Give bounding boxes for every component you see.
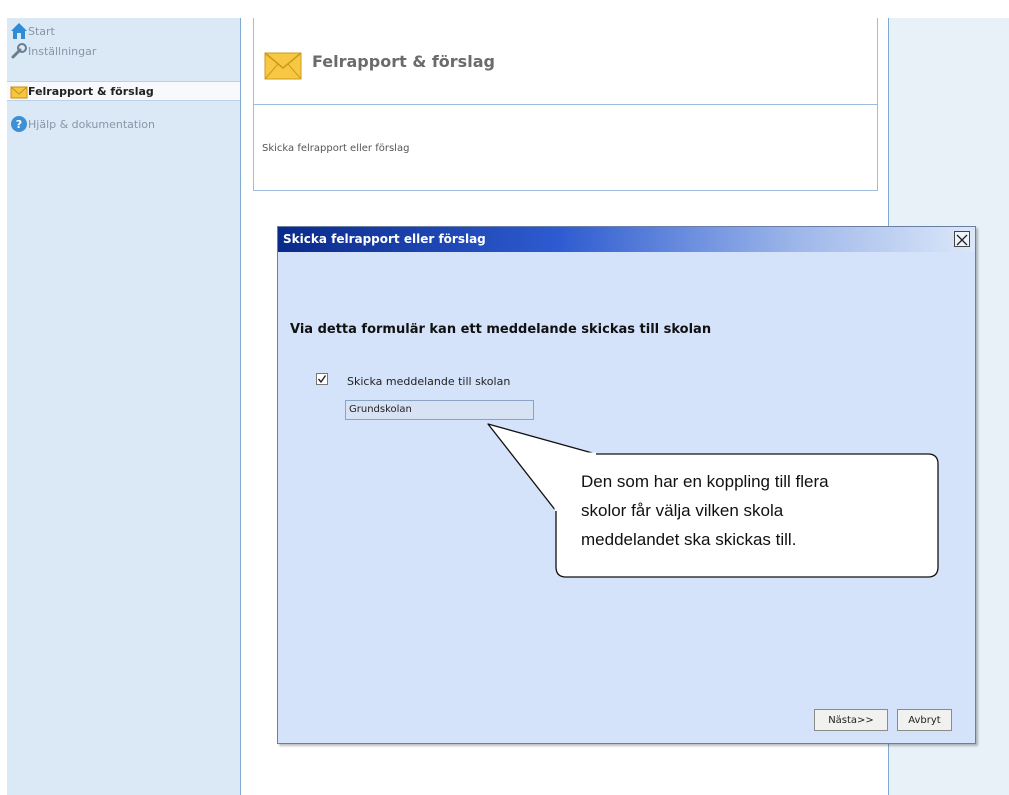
close-icon (956, 234, 968, 246)
home-icon (11, 23, 27, 39)
envelope-icon (10, 86, 28, 99)
page-title: Felrapport & förslag (312, 52, 495, 71)
envelope-icon (264, 52, 302, 80)
sidebar-item-felrapport[interactable]: Felrapport & förslag (7, 81, 240, 101)
cancel-button[interactable]: Avbryt (897, 709, 952, 731)
callout-line: Den som har en koppling till flera (581, 472, 829, 491)
wrench-icon (11, 43, 27, 59)
dialog-heading: Via detta formulär kan ett meddelande sk… (290, 322, 712, 337)
page-header: Felrapport & förslag (253, 18, 878, 105)
dialog-title: Skicka felrapport eller förslag (283, 232, 486, 246)
school-select[interactable]: Grundskolan (345, 400, 534, 420)
checkmark-icon (317, 375, 327, 384)
svg-text:?: ? (16, 118, 22, 131)
sidebar-item-start[interactable]: Start (7, 21, 240, 41)
help-icon: ? (11, 116, 27, 132)
close-button[interactable] (954, 231, 970, 247)
send-to-school-checkbox[interactable] (316, 373, 328, 385)
callout-line: meddelandet ska skickas till. (581, 530, 797, 549)
sidebar-item-label: Start (28, 24, 55, 38)
checkbox-label: Skicka meddelande till skolan (347, 375, 511, 388)
sidebar-item-label: Inställningar (28, 44, 97, 58)
sidebar-item-label: Felrapport & förslag (28, 84, 154, 98)
callout-text: Den som har en koppling till flera skolo… (581, 467, 921, 554)
sidebar: Start Inställningar Felrapport & förslag… (7, 18, 241, 795)
sidebar-item-help[interactable]: ? Hjälp & dokumentation (7, 114, 240, 134)
sidebar-item-label: Hjälp & dokumentation (28, 117, 155, 131)
description-text: Skicka felrapport eller förslag (262, 143, 410, 154)
sidebar-item-settings[interactable]: Inställningar (7, 41, 240, 61)
description-panel: Skicka felrapport eller förslag (253, 105, 878, 191)
next-button[interactable]: Nästa>> (814, 709, 888, 731)
dialog-titlebar[interactable]: Skicka felrapport eller förslag (278, 227, 975, 252)
callout-line: skolor får välja vilken skola (581, 501, 784, 520)
